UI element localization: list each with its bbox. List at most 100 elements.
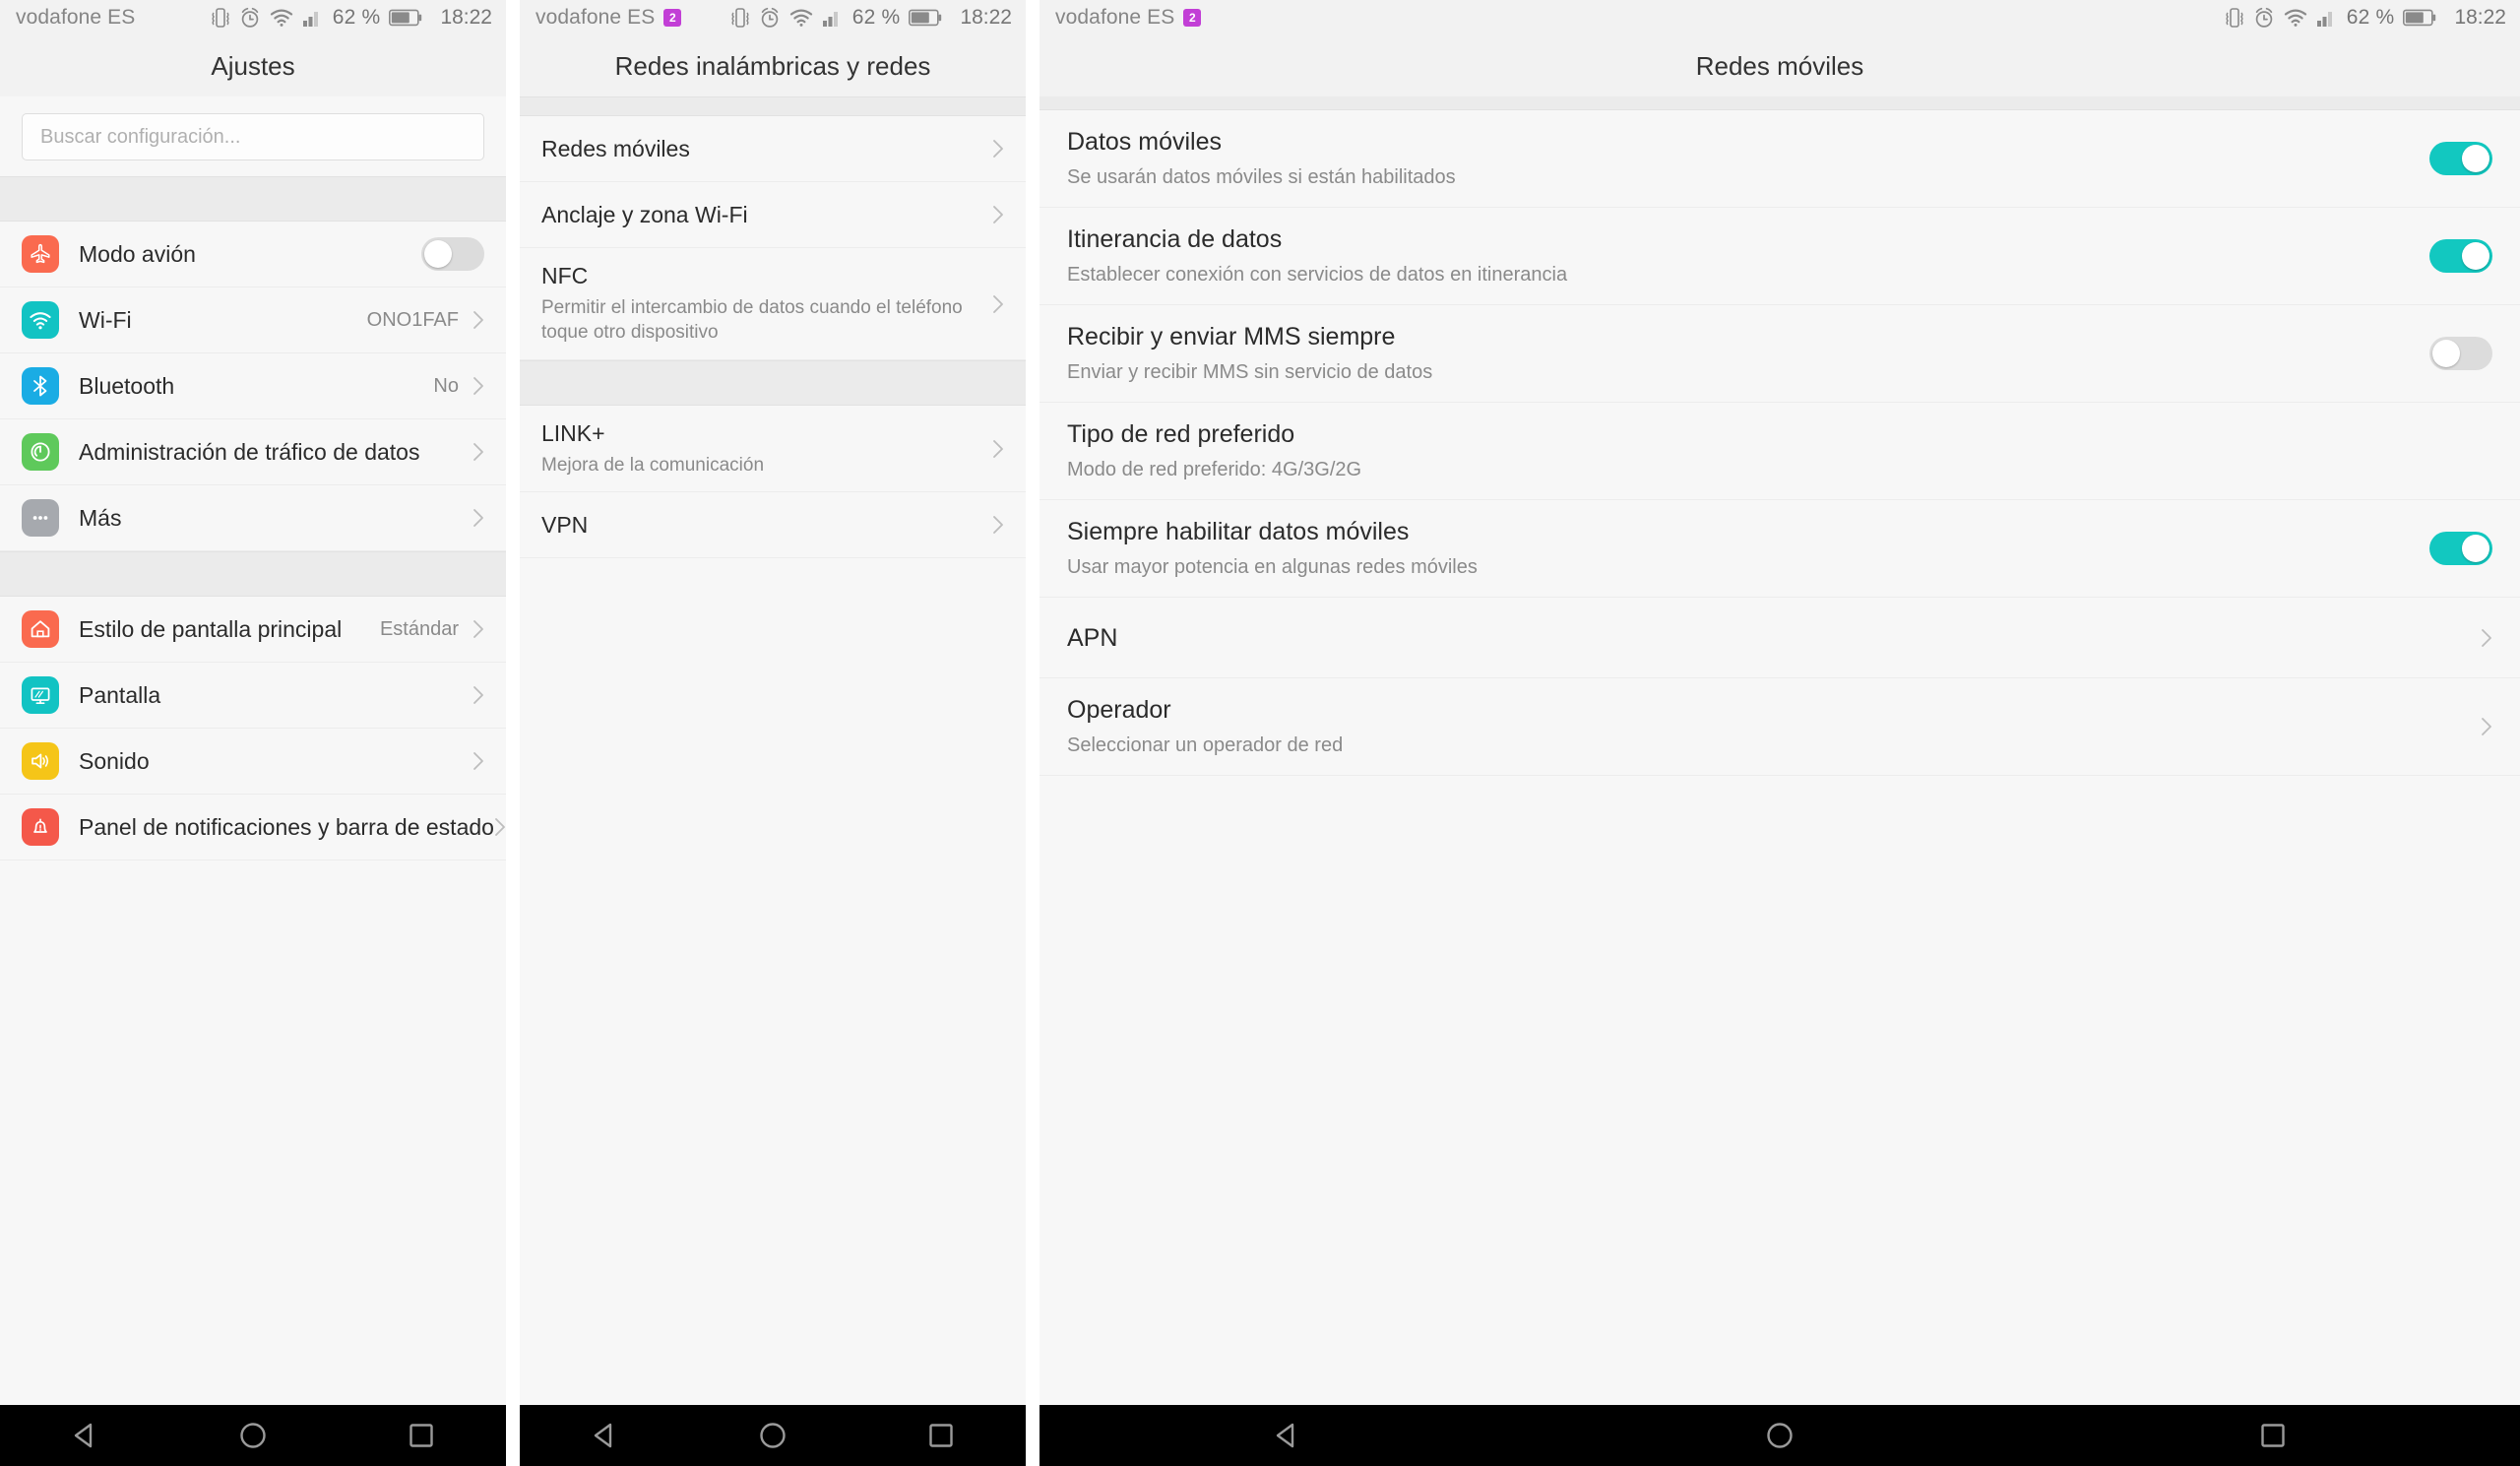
settings-row-sound[interactable]: Sonido xyxy=(0,729,506,795)
recents-button[interactable] xyxy=(2243,1414,2302,1457)
row-text: Recibir y enviar MMS siempre Enviar y re… xyxy=(1067,305,2429,402)
monitor-icon xyxy=(22,676,59,714)
home-button[interactable] xyxy=(743,1414,802,1457)
siempre-habilitar-datos-toggle[interactable] xyxy=(2429,532,2492,565)
back-button[interactable] xyxy=(1257,1414,1316,1457)
wifi-icon xyxy=(22,301,59,339)
settings-row-siempre-habilitar-datos[interactable]: Siempre habilitar datos móviles Usar may… xyxy=(1040,500,2520,598)
search-container: Buscar configuración... xyxy=(0,96,506,176)
title-bar: Redes móviles xyxy=(1040,35,2520,96)
toggle-knob xyxy=(2462,535,2489,562)
settings-row-modo-avion[interactable]: Modo avión xyxy=(0,222,506,287)
screenshot-gutter xyxy=(1026,0,1040,1466)
search-input[interactable]: Buscar configuración... xyxy=(22,113,484,160)
settings-row-operador[interactable]: Operador Seleccionar un operador de red xyxy=(1040,678,2520,776)
settings-row-label: Bluetooth xyxy=(79,372,175,399)
screenshot-gutter xyxy=(506,0,520,1466)
settings-row-display[interactable]: Pantalla xyxy=(0,663,506,729)
itinerancia-datos-toggle[interactable] xyxy=(2429,239,2492,273)
home-button[interactable] xyxy=(223,1414,283,1457)
row-title: Recibir y enviar MMS siempre xyxy=(1067,323,1396,351)
list-item-vpn[interactable]: VPN xyxy=(520,492,1026,559)
settings-list: Buscar configuración... Modo avión Wi-Fi… xyxy=(0,96,506,1405)
recents-button[interactable] xyxy=(912,1414,971,1457)
row-subtitle: Se usarán datos móviles si están habilit… xyxy=(1067,166,1456,188)
settings-row-itinerancia-datos[interactable]: Itinerancia de datos Establecer conexión… xyxy=(1040,208,2520,305)
list-item-nfc[interactable]: NFC Permitir el intercambio de datos cua… xyxy=(520,248,1026,361)
settings-row-notifications[interactable]: Panel de notificaciones y barra de estad… xyxy=(0,795,506,860)
battery-icon xyxy=(389,9,422,27)
list-item-title: NFC xyxy=(541,263,589,288)
chevron-right-icon xyxy=(472,508,484,528)
chevron-right-icon xyxy=(2481,717,2492,736)
sim-badge-icon: 2 xyxy=(663,9,682,27)
airplane-icon xyxy=(22,235,59,273)
toggle-knob xyxy=(424,240,452,268)
navigation-bar xyxy=(0,1405,506,1466)
carrier-label: vodafone ES xyxy=(16,6,136,29)
airplane-mode-toggle[interactable] xyxy=(421,237,484,271)
list-item-text: Anclaje y zona Wi-Fi xyxy=(541,187,992,243)
section-divider xyxy=(520,96,1026,116)
wireless-networks-list: Redes móviles Anclaje y zona Wi-Fi NFC P… xyxy=(520,96,1026,1405)
settings-row-value: Estándar xyxy=(379,617,459,640)
settings-row-datos-moviles[interactable]: Datos móviles Se usarán datos móviles si… xyxy=(1040,110,2520,208)
home-button[interactable] xyxy=(1750,1414,1809,1457)
chevron-right-icon xyxy=(992,515,1004,535)
settings-row-mms-siempre[interactable]: Recibir y enviar MMS siempre Enviar y re… xyxy=(1040,305,2520,403)
settings-row-apn[interactable]: APN xyxy=(1040,598,2520,678)
list-item-text: NFC Permitir el intercambio de datos cua… xyxy=(541,248,992,359)
list-item-link-plus[interactable]: LINK+ Mejora de la comunicación xyxy=(520,406,1026,493)
row-title: Siempre habilitar datos móviles xyxy=(1067,518,1410,545)
list-item-title: Redes móviles xyxy=(541,135,690,161)
vibrate-icon xyxy=(211,7,230,29)
settings-row-tipo-red-preferido[interactable]: Tipo de red preferido Modo de red prefer… xyxy=(1040,403,2520,500)
row-text: Datos móviles Se usarán datos móviles si… xyxy=(1067,110,2429,207)
title-bar: Ajustes xyxy=(0,35,506,96)
more-dots-icon xyxy=(22,499,59,537)
mobile-networks-list: Datos móviles Se usarán datos móviles si… xyxy=(1040,96,2520,1405)
chevron-right-icon xyxy=(472,685,484,705)
row-text: Itinerancia de datos Establecer conexión… xyxy=(1067,208,2429,304)
phone-screen-redes-moviles: vodafone ES 2 62 % 18:22 Redes móviles D… xyxy=(1040,0,2520,1466)
row-subtitle: Enviar y recibir MMS sin servicio de dat… xyxy=(1067,361,1433,383)
clock-label: 18:22 xyxy=(440,6,492,29)
settings-row-wifi[interactable]: Wi-Fi ONO1FAF xyxy=(0,287,506,353)
list-item-title: VPN xyxy=(541,512,589,539)
status-bar-icons: 62 % 18:22 xyxy=(730,6,1012,30)
alarm-icon xyxy=(759,7,781,29)
section-divider xyxy=(1040,96,2520,110)
datos-moviles-toggle[interactable] xyxy=(2429,142,2492,175)
bluetooth-icon xyxy=(22,367,59,405)
recents-button[interactable] xyxy=(392,1414,451,1457)
row-title: APN xyxy=(1067,623,1118,652)
back-button[interactable] xyxy=(575,1414,634,1457)
back-button[interactable] xyxy=(55,1414,114,1457)
list-item-redes-moviles[interactable]: Redes móviles xyxy=(520,116,1026,182)
phone-screen-ajustes: vodafone ES 62 % 18:22 Ajustes Buscar co… xyxy=(0,0,506,1466)
settings-row-value: No xyxy=(433,374,459,397)
carrier-label: vodafone ES xyxy=(1055,6,1175,29)
status-bar-icons: 62 % 18:22 xyxy=(2225,6,2506,30)
search-placeholder: Buscar configuración... xyxy=(40,125,241,148)
chevron-right-icon xyxy=(992,139,1004,159)
settings-row-data-traffic[interactable]: Administración de tráfico de datos xyxy=(0,419,506,485)
list-item-subtitle: Mejora de la comunicación xyxy=(541,454,765,476)
bell-icon xyxy=(22,808,59,846)
settings-row-home-style[interactable]: Estilo de pantalla principal Estándar xyxy=(0,597,506,663)
section-divider xyxy=(0,176,506,222)
chevron-right-icon xyxy=(472,442,484,462)
list-item-subtitle: Permitir el intercambio de datos cuando … xyxy=(541,296,963,344)
battery-percent-label: 62 % xyxy=(851,6,901,29)
chevron-right-icon xyxy=(472,376,484,396)
list-item-anclaje-zona-wifi[interactable]: Anclaje y zona Wi-Fi xyxy=(520,182,1026,248)
settings-row-label: Panel de notificaciones y barra de estad… xyxy=(79,813,494,840)
chevron-right-icon xyxy=(472,310,484,330)
row-title: Operador xyxy=(1067,696,1171,724)
page-title: Ajustes xyxy=(211,50,295,81)
mms-siempre-toggle[interactable] xyxy=(2429,337,2492,370)
settings-row-mas[interactable]: Más xyxy=(0,485,506,551)
status-bar: vodafone ES 62 % 18:22 xyxy=(0,0,506,35)
signal-icon xyxy=(302,8,322,28)
settings-row-bluetooth[interactable]: Bluetooth No xyxy=(0,353,506,419)
